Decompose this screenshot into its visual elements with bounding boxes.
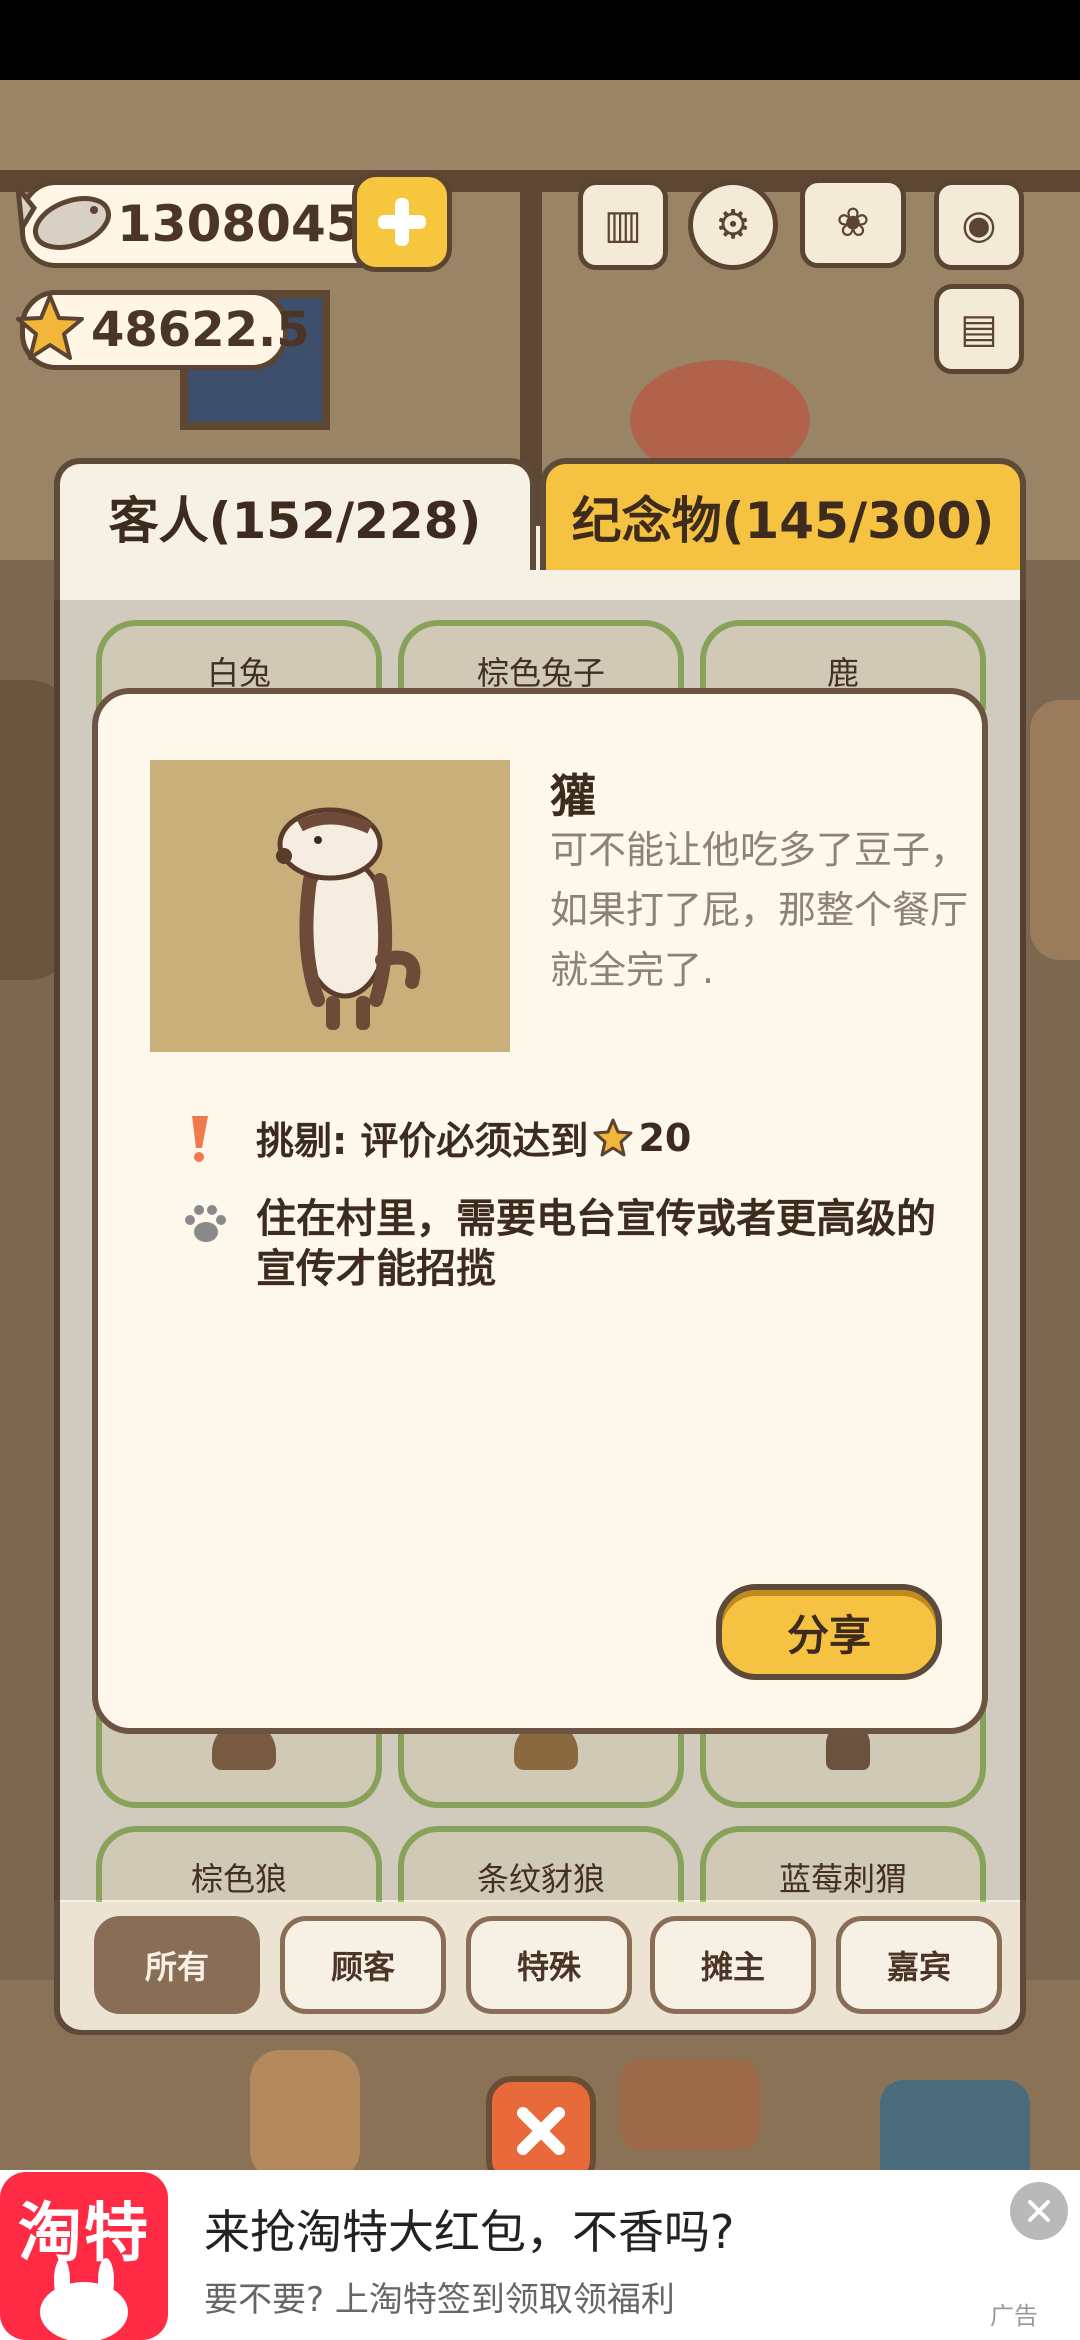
filter-special[interactable]: 特殊 xyxy=(466,1916,632,2014)
guestbook-button[interactable]: ❀ xyxy=(800,178,906,268)
filter-customers[interactable]: 顾客 xyxy=(280,1916,446,2014)
status-bar xyxy=(0,0,1080,80)
customer-silhouette xyxy=(250,2050,360,2170)
close-x-icon xyxy=(517,2107,565,2155)
settings-gear-icon: ⚙ xyxy=(715,202,751,248)
ranking-icon: ▥ xyxy=(604,202,642,248)
star-icon xyxy=(593,1118,633,1156)
star-amount: 48622.5 xyxy=(91,302,310,358)
filter-label: 特殊 xyxy=(516,1948,581,1986)
settings-button[interactable]: ⚙ xyxy=(688,180,778,270)
ad-title: 来抢淘特大红包，不香吗? xyxy=(204,2205,735,2259)
add-fish-button[interactable] xyxy=(352,172,452,272)
customer-silhouette xyxy=(1030,700,1080,960)
plus-icon xyxy=(378,198,426,246)
tab-souvenirs[interactable]: 纪念物(145/300) xyxy=(540,458,1026,570)
tab-souvenirs-label: 纪念物(145/300) xyxy=(571,492,995,550)
guest-description: 可不能让他吃多了豆子，如果打了屁，那整个餐厅就全完了. xyxy=(550,828,969,992)
guest-habitat: 住在村里，需要电台宣传或者更高级的宣传才能招揽 xyxy=(256,1196,936,1292)
fish-icon xyxy=(14,179,111,250)
ad-label: 广告 xyxy=(990,2302,1038,2330)
guest-name: 獾 xyxy=(550,769,596,823)
ad-subtitle: 要不要? 上淘特签到领取领福利 xyxy=(204,2280,675,2320)
requirement-label: 挑剔: 评价必须达到 xyxy=(256,1119,589,1163)
filter-vendors[interactable]: 摊主 xyxy=(650,1916,816,2014)
camera-icon: ◉ xyxy=(961,202,997,248)
ad-close-button[interactable] xyxy=(1010,2182,1068,2240)
exclamation-icon xyxy=(192,1116,208,1162)
ranking-button[interactable]: ▥ xyxy=(578,180,668,270)
filter-all[interactable]: 所有 xyxy=(94,1916,260,2014)
decoration xyxy=(880,2080,1030,2170)
star-icon xyxy=(16,294,84,360)
share-button[interactable]: 分享 xyxy=(716,1584,942,1680)
filter-label: 嘉宾 xyxy=(886,1948,951,1986)
rating-requirement: 挑剔: 评价必须达到 20 xyxy=(256,1110,691,1165)
filter-label: 摊主 xyxy=(700,1948,765,1986)
filter-guests-of-honor[interactable]: 嘉宾 xyxy=(836,1916,1002,2014)
guestbook-icon: ❀ xyxy=(836,200,870,246)
close-icon xyxy=(1028,2200,1050,2222)
badger-portrait xyxy=(150,760,510,1052)
bunny-mascot-icon xyxy=(40,2258,128,2340)
badger-illustration xyxy=(276,807,421,1030)
paw-icon xyxy=(185,1205,226,1242)
camera-button[interactable]: ◉ xyxy=(934,180,1024,270)
ad-logo[interactable]: 淘特 xyxy=(0,2172,168,2340)
table xyxy=(620,2060,760,2150)
filter-label: 顾客 xyxy=(330,1948,395,1986)
newspaper-icon: ▤ xyxy=(960,306,998,352)
share-label: 分享 xyxy=(786,1610,871,1660)
requirement-value: 20 xyxy=(638,1115,692,1160)
tab-guests-label: 客人(152/228) xyxy=(108,492,482,550)
newspaper-button[interactable]: ▤ xyxy=(934,284,1024,374)
filter-label: 所有 xyxy=(144,1948,209,1986)
tab-guests[interactable]: 客人(152/228) xyxy=(54,458,536,570)
